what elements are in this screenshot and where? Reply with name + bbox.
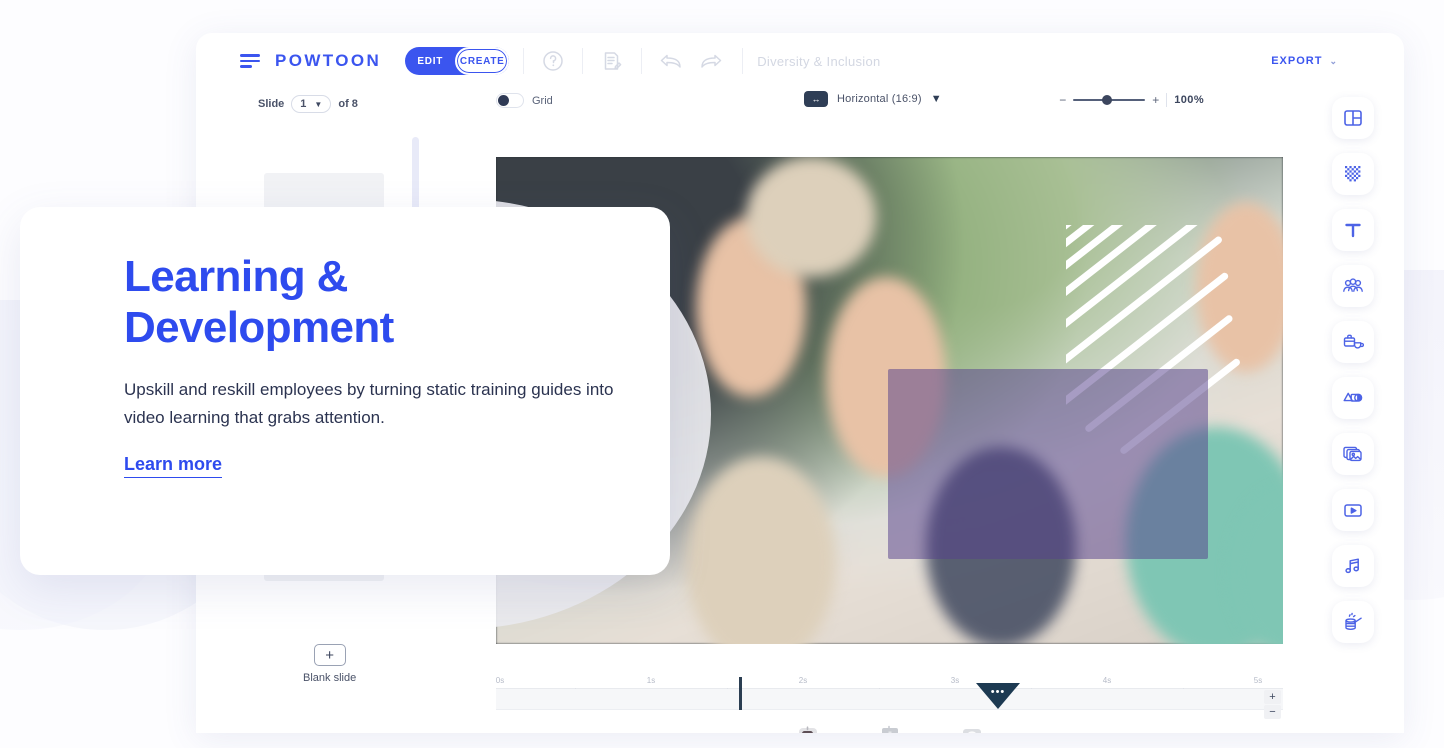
- promo-body-text: Upskill and reskill employees by turning…: [124, 379, 614, 427]
- toolbar-divider-4: [742, 48, 744, 74]
- marker-dots: •••: [990, 686, 1006, 698]
- grid-toggle[interactable]: Grid: [496, 93, 553, 108]
- timeline-object-marker[interactable]: •••: [976, 683, 1020, 709]
- timeline-ruler[interactable]: 0s 1s 2s 3s 4s 5s: [495, 676, 1283, 692]
- horizontal-arrows-icon: ↔: [804, 91, 828, 107]
- undo-icon[interactable]: [656, 46, 686, 76]
- zoom-slider[interactable]: [1073, 95, 1146, 105]
- plus-icon: +: [313, 644, 346, 666]
- powtoon-logo: POWTOON: [275, 51, 382, 70]
- toolbar-divider: [523, 48, 525, 74]
- slide-counter: Slide 1 ▼ of 8: [258, 95, 358, 113]
- text-tool[interactable]: [1332, 209, 1374, 251]
- bottom-toolbar: [496, 715, 1283, 733]
- page-root: POWTOON EDIT CREATE Diversity & Inclusio…: [0, 0, 1444, 748]
- background-tool[interactable]: [1332, 153, 1374, 195]
- timeline-tick: 0s: [495, 676, 505, 685]
- zoom-in-button[interactable]: +: [1152, 93, 1159, 107]
- layouts-tool[interactable]: [1332, 97, 1374, 139]
- tool-rail: [1332, 97, 1374, 643]
- zoom-control[interactable]: − + 100%: [1059, 93, 1204, 107]
- slide-number-select[interactable]: 1 ▼: [291, 95, 332, 113]
- canvas-options-bar: Slide 1 ▼ of 8 Grid ↔ Horizontal (16:9) …: [196, 89, 1404, 129]
- timeline-tick: 2s: [798, 676, 808, 685]
- slide-word: Slide: [258, 98, 285, 110]
- slide-number-value: 1: [300, 98, 307, 110]
- chevron-down-icon: ▼: [930, 93, 942, 105]
- zoom-out-button[interactable]: −: [1059, 93, 1066, 107]
- tab-create[interactable]: CREATE: [455, 47, 510, 75]
- timeline-tick: 3s: [950, 676, 960, 685]
- shapes-tool[interactable]: [1332, 377, 1374, 419]
- top-toolbar: POWTOON EDIT CREATE Diversity & Inclusio…: [196, 33, 1404, 89]
- photo-element: [746, 157, 876, 277]
- characters-tool[interactable]: [1332, 265, 1374, 307]
- promo-title: Learning & Development: [124, 251, 670, 354]
- promo-title-line-1: Learning &: [124, 252, 348, 301]
- grid-label: Grid: [532, 94, 553, 107]
- zoom-divider: [1166, 93, 1168, 107]
- tab-edit[interactable]: EDIT: [405, 47, 455, 75]
- grid-switch[interactable]: [496, 93, 524, 108]
- add-blank-slide-button[interactable]: + Blank slide: [303, 644, 356, 684]
- help-icon[interactable]: [538, 46, 568, 76]
- camera-icon[interactable]: [959, 724, 985, 733]
- chevron-down-icon: ▼: [314, 99, 323, 109]
- timeline-zoom-in-button[interactable]: +: [1264, 690, 1281, 704]
- images-tool[interactable]: [1332, 433, 1374, 475]
- effects-tool[interactable]: [1332, 601, 1374, 643]
- slide-total: of 8: [338, 98, 358, 110]
- aspect-ratio-label: Horizontal (16:9): [837, 93, 922, 105]
- menu-hamburger-icon[interactable]: [240, 54, 260, 68]
- zoom-slider-handle[interactable]: [1102, 95, 1113, 105]
- add-blank-slide-label: Blank slide: [303, 672, 357, 684]
- promo-overlay-card: Learning & Development Upskill and reski…: [20, 207, 670, 575]
- edit-create-toggle[interactable]: EDIT CREATE: [405, 47, 510, 75]
- music-tool[interactable]: [1332, 545, 1374, 587]
- props-tool[interactable]: [1332, 321, 1374, 363]
- chevron-down-icon: ⌄: [1329, 55, 1338, 66]
- project-name[interactable]: Diversity & Inclusion: [757, 54, 880, 69]
- screen-icon[interactable]: [877, 724, 903, 733]
- notes-edit-icon[interactable]: [597, 46, 627, 76]
- video-tool[interactable]: [1332, 489, 1374, 531]
- export-label: EXPORT: [1271, 55, 1323, 67]
- timeline-tick: 5s: [1253, 676, 1263, 685]
- timeline[interactable]: 0s 1s 2s 3s 4s 5s ••• + −: [495, 676, 1283, 719]
- toolbar-divider-2: [582, 48, 584, 74]
- promo-title-line-2: Development: [124, 303, 394, 353]
- purple-overlay-rectangle[interactable]: [888, 369, 1208, 559]
- timeline-tick: 4s: [1102, 676, 1112, 685]
- switch-knob: [498, 95, 509, 106]
- aspect-ratio-picker[interactable]: ↔ Horizontal (16:9) ▼: [804, 91, 942, 107]
- timeline-tick: 1s: [646, 676, 656, 685]
- learn-more-link[interactable]: Learn more: [124, 454, 223, 479]
- timeline-playhead[interactable]: [739, 677, 742, 710]
- timeline-track[interactable]: ••• + −: [496, 677, 1283, 719]
- export-button[interactable]: EXPORT ⌄: [1271, 55, 1386, 67]
- redo-icon[interactable]: [696, 46, 726, 76]
- toolbar-divider-3: [641, 48, 643, 74]
- zoom-percent-label: 100%: [1174, 94, 1204, 106]
- microphone-icon[interactable]: [795, 724, 821, 733]
